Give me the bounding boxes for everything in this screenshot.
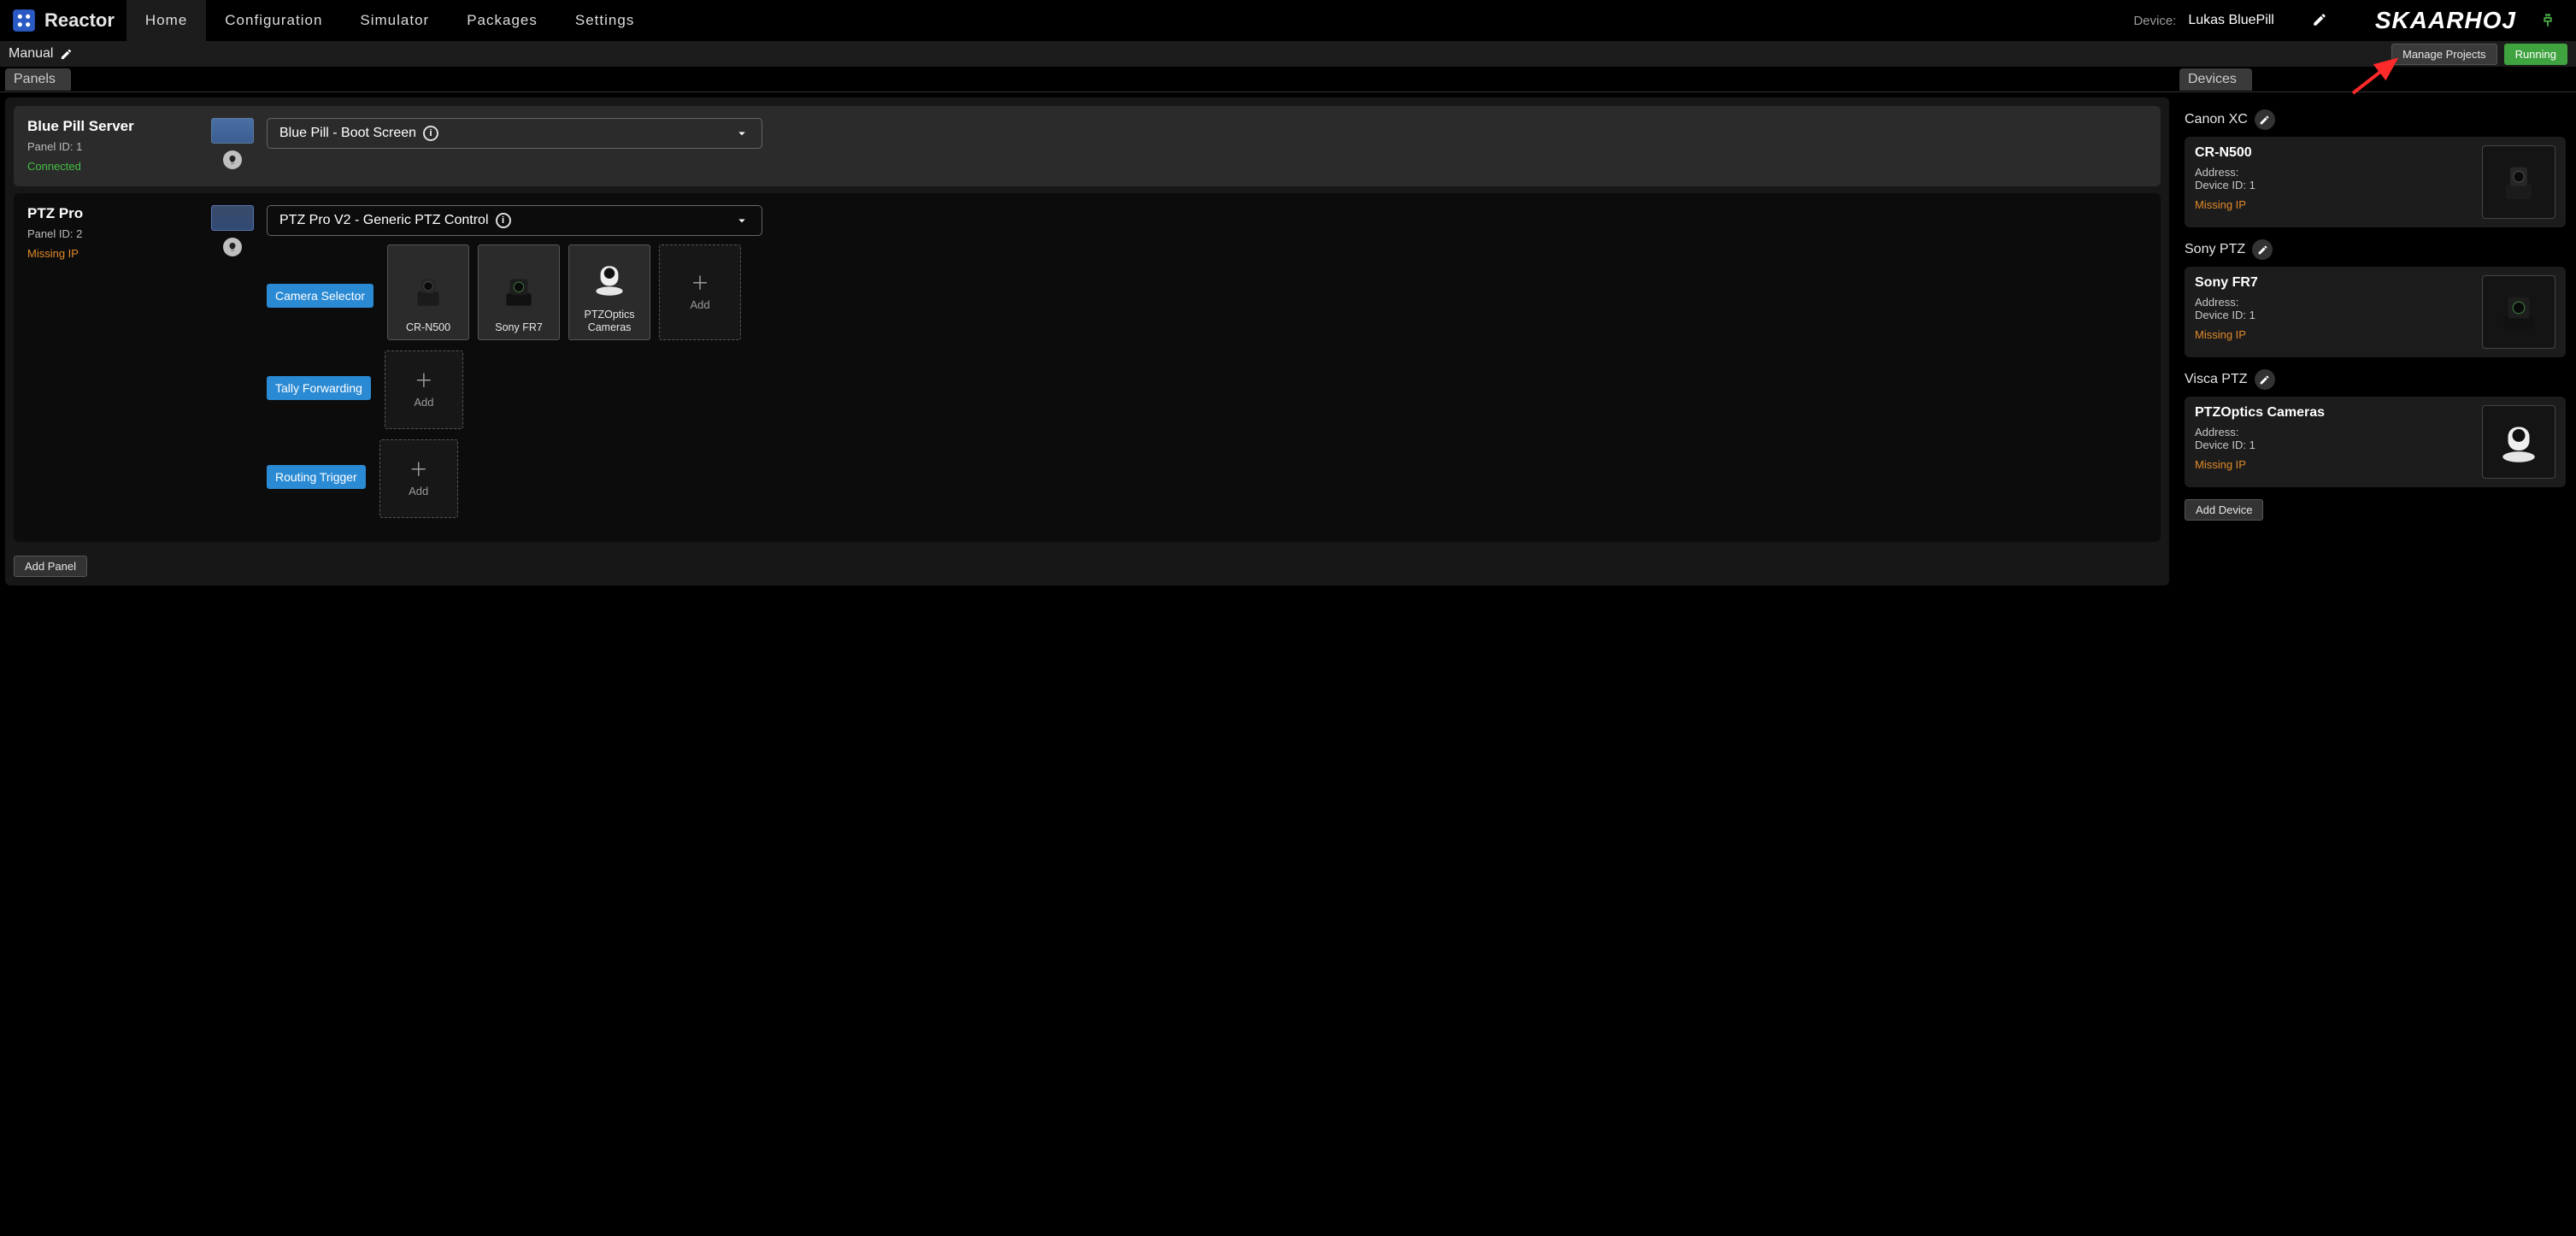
device-status: Missing IP xyxy=(2195,328,2473,341)
device-address: Address: xyxy=(2195,296,2473,309)
panels-outer: Blue Pill Server Panel ID: 1 Connected B… xyxy=(5,97,2169,586)
select-value: PTZ Pro V2 - Generic PTZ Control xyxy=(279,213,489,228)
camera-slot[interactable]: CR-N500 xyxy=(387,244,469,340)
reactor-logo-icon xyxy=(12,9,36,32)
chip-routing-trigger[interactable]: Routing Trigger xyxy=(267,465,366,489)
chevron-down-icon xyxy=(734,213,750,228)
panels-column: Panels Blue Pill Server Panel ID: 1 Conn… xyxy=(0,67,2174,1236)
panel-card-blue-pill: Blue Pill Server Panel ID: 1 Connected B… xyxy=(14,106,2161,186)
panels-tab[interactable]: Panels xyxy=(5,68,71,91)
plus-icon: ＋ xyxy=(691,274,709,293)
edit-group-icon[interactable] xyxy=(2255,369,2275,390)
nav-settings[interactable]: Settings xyxy=(556,0,653,41)
device-status: Missing IP xyxy=(2195,458,2473,471)
nav-packages[interactable]: Packages xyxy=(448,0,556,41)
bulb-button[interactable] xyxy=(223,238,242,256)
chip-tally-forwarding[interactable]: Tally Forwarding xyxy=(267,376,371,400)
row-tally-forwarding: Tally Forwarding ＋ Add xyxy=(267,350,2147,429)
edit-device-icon[interactable] xyxy=(2312,12,2329,29)
device-thumb-icon xyxy=(2482,145,2555,219)
running-button[interactable]: Running xyxy=(2504,44,2567,65)
device-group-sony: Sony PTZ Sony FR7 Address: Device ID: 1 … xyxy=(2179,236,2571,357)
add-camera-slot[interactable]: ＋ Add xyxy=(659,244,741,340)
device-card[interactable]: Sony FR7 Address: Device ID: 1 Missing I… xyxy=(2185,267,2566,357)
device-id: Device ID: 1 xyxy=(2195,179,2473,191)
device-title: CR-N500 xyxy=(2195,145,2473,161)
device-card[interactable]: PTZOptics Cameras Address: Device ID: 1 … xyxy=(2185,397,2566,487)
nav-right: Device: Lukas BluePill SKAARHOJ xyxy=(2133,7,2567,34)
device-status: Missing IP xyxy=(2195,198,2473,211)
device-thumb-icon xyxy=(2482,405,2555,479)
plus-icon: ＋ xyxy=(415,372,433,391)
edit-group-icon[interactable] xyxy=(2255,109,2275,130)
panel-thumb-icon xyxy=(211,205,254,231)
bulb-button[interactable] xyxy=(223,150,242,169)
slot-label: PTZOptics Cameras xyxy=(569,309,650,334)
panel-thumb-icon xyxy=(211,118,254,144)
project-name: Manual xyxy=(9,46,53,62)
add-panel-button[interactable]: Add Panel xyxy=(14,556,87,577)
brand: Reactor xyxy=(0,9,126,32)
device-group-name: Canon XC xyxy=(2185,112,2248,127)
panel-id: Panel ID: 2 xyxy=(27,227,198,240)
device-title: PTZOptics Cameras xyxy=(2195,405,2473,421)
device-group-name: Visca PTZ xyxy=(2185,372,2248,387)
add-label: Add xyxy=(414,396,433,409)
manage-projects-button[interactable]: Manage Projects xyxy=(2391,44,2497,65)
chevron-down-icon xyxy=(734,126,750,141)
row-camera-selector: Camera Selector CR-N500 Sony FR7 xyxy=(267,244,2147,340)
panel-config-select[interactable]: Blue Pill - Boot Screen i xyxy=(267,118,762,149)
network-icon[interactable] xyxy=(2540,11,2555,30)
info-icon[interactable]: i xyxy=(496,213,511,228)
device-title: Sony FR7 xyxy=(2195,275,2473,291)
panel-status: Connected xyxy=(27,160,198,173)
brand-name: Reactor xyxy=(44,9,115,32)
add-label: Add xyxy=(690,298,709,311)
camera-slot[interactable]: Sony FR7 xyxy=(478,244,560,340)
panel-card-ptz-pro: PTZ Pro Panel ID: 2 Missing IP PTZ Pro V… xyxy=(14,193,2161,542)
device-id: Device ID: 1 xyxy=(2195,309,2473,321)
add-routing-slot[interactable]: ＋ Add xyxy=(379,439,458,518)
slot-label: CR-N500 xyxy=(406,321,450,334)
add-tally-slot[interactable]: ＋ Add xyxy=(385,350,463,429)
camera-icon xyxy=(407,270,450,313)
info-icon[interactable]: i xyxy=(423,126,438,141)
company-logo: SKAARHOJ xyxy=(2375,7,2516,34)
add-device-button[interactable]: Add Device xyxy=(2185,499,2263,521)
device-thumb-icon xyxy=(2482,275,2555,349)
camera-icon xyxy=(497,270,540,313)
devices-column: Devices Canon XC CR-N500 Address: Device… xyxy=(2174,67,2576,1236)
edit-project-icon[interactable] xyxy=(60,48,73,61)
add-label: Add xyxy=(409,485,428,497)
device-label: Device: xyxy=(2133,14,2176,28)
panel-id: Panel ID: 1 xyxy=(27,140,198,153)
nav-home[interactable]: Home xyxy=(126,0,206,41)
devices-tab[interactable]: Devices xyxy=(2179,68,2252,91)
panel-config-select[interactable]: PTZ Pro V2 - Generic PTZ Control i xyxy=(267,205,762,236)
top-nav: Reactor Home Configuration Simulator Pac… xyxy=(0,0,2576,41)
device-group-name: Sony PTZ xyxy=(2185,242,2245,257)
device-group-canon: Canon XC CR-N500 Address: Device ID: 1 M… xyxy=(2179,106,2571,227)
panel-title: PTZ Pro xyxy=(27,205,198,222)
camera-icon xyxy=(588,257,631,300)
edit-group-icon[interactable] xyxy=(2252,239,2273,260)
plus-icon: ＋ xyxy=(409,461,428,480)
subbar: Manual Manage Projects Running xyxy=(0,41,2576,67)
device-id: Device ID: 1 xyxy=(2195,438,2473,451)
nav-simulator[interactable]: Simulator xyxy=(341,0,448,41)
device-name: Lukas BluePill xyxy=(2188,13,2274,28)
panel-status: Missing IP xyxy=(27,247,198,260)
row-routing-trigger: Routing Trigger ＋ Add xyxy=(267,439,2147,518)
device-address: Address: xyxy=(2195,166,2473,179)
camera-slot[interactable]: PTZOptics Cameras xyxy=(568,244,650,340)
slot-label: Sony FR7 xyxy=(495,321,543,334)
device-group-visca: Visca PTZ PTZOptics Cameras Address: Dev… xyxy=(2179,366,2571,487)
select-value: Blue Pill - Boot Screen xyxy=(279,126,416,141)
nav-configuration[interactable]: Configuration xyxy=(206,0,341,41)
main: Panels Blue Pill Server Panel ID: 1 Conn… xyxy=(0,67,2576,1236)
device-address: Address: xyxy=(2195,426,2473,438)
device-card[interactable]: CR-N500 Address: Device ID: 1 Missing IP xyxy=(2185,137,2566,227)
chip-camera-selector[interactable]: Camera Selector xyxy=(267,284,373,308)
panel-title: Blue Pill Server xyxy=(27,118,198,135)
